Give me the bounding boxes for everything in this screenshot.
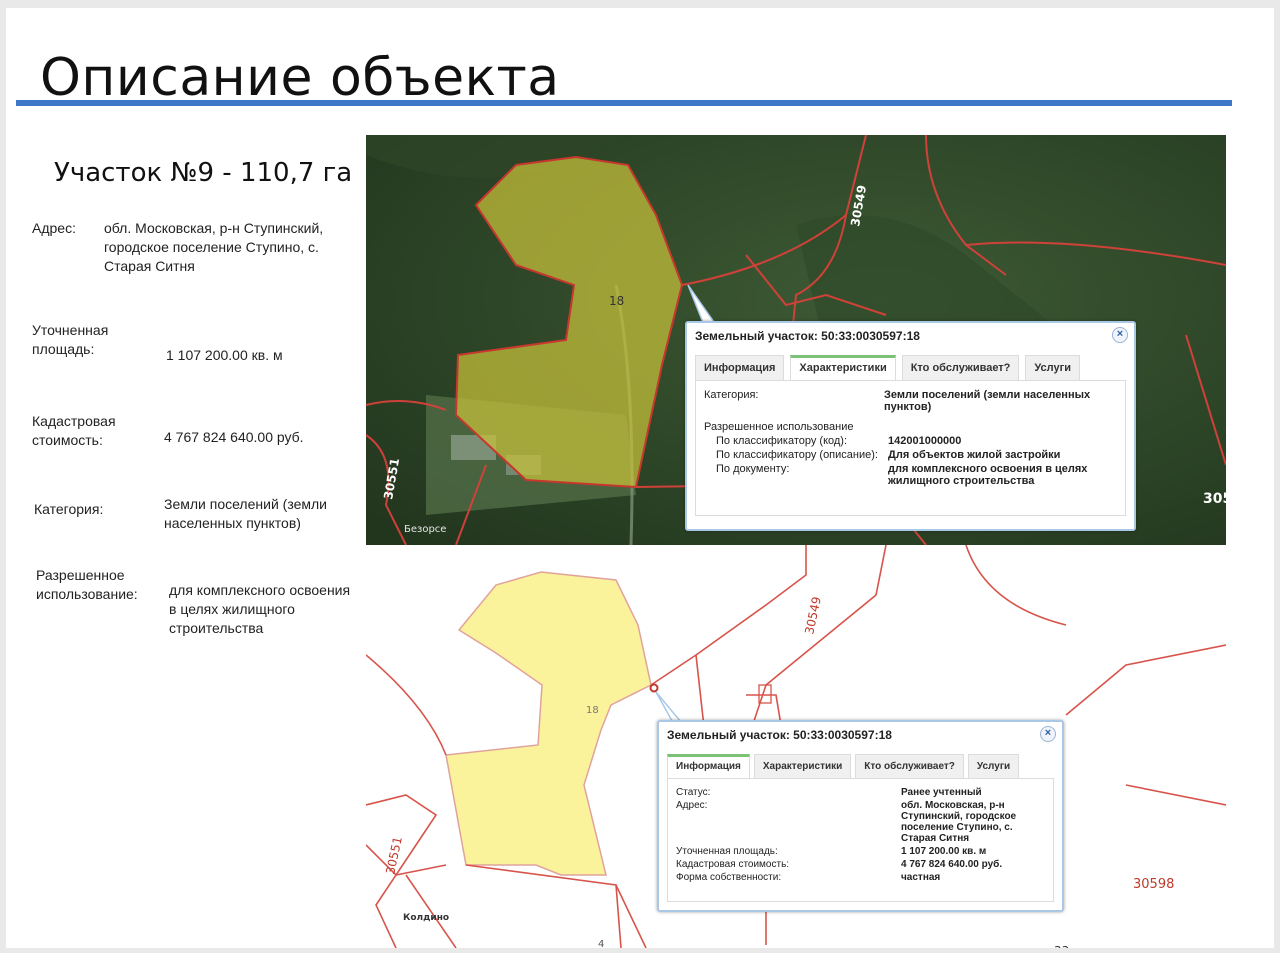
tab-information[interactable]: Информация <box>667 754 750 778</box>
area-key: Уточненная площадь: <box>676 846 778 857</box>
road-305-label: 305 <box>1203 491 1226 507</box>
area-value: 1 107 200.00 кв. м <box>166 347 283 363</box>
parcel-18-label: 18 <box>586 705 599 716</box>
category-key: Категория: <box>704 389 759 401</box>
tab-characteristics[interactable]: Характеристики <box>790 355 896 380</box>
ownership-value: частная <box>901 872 941 883</box>
popup-title: Земельный участок: 50:33:0030597:18 <box>667 728 892 742</box>
tab-who-serves[interactable]: Кто обслуживает? <box>901 355 1020 380</box>
road-30598-label: 30598 <box>1133 877 1174 892</box>
address-value: обл. Московская, р-н Ступинский, городск… <box>104 220 324 274</box>
parcel-18-label: 18 <box>609 294 624 308</box>
parcel-4-label: 4 <box>598 939 604 948</box>
area-field-value: 1 107 200.00 кв. м <box>901 846 987 857</box>
cost-key: Кадастровая стоимость: <box>676 859 790 870</box>
tab-services[interactable]: Услуги <box>967 754 1020 778</box>
popup-title: Земельный участок: 50:33:0030597:18 <box>695 329 920 343</box>
close-icon[interactable]: × <box>1112 327 1128 343</box>
classifier-description-value: Для объектов жилой застройки <box>888 449 1061 461</box>
village-label: Безорсе <box>404 524 446 535</box>
plot-heading: Участок №9 - 110,7 га <box>54 158 353 188</box>
tab-information[interactable]: Информация <box>695 355 785 380</box>
address-field-value: обл. Московская, р-н Ступинский, городск… <box>901 800 1017 844</box>
permitted-use-label: Разрешенное использование: <box>36 567 138 602</box>
category-value: Земли поселений (земли населенных пункто… <box>164 496 327 531</box>
category-field-value: Земли поселений (земли населенных пункто… <box>884 389 1091 413</box>
village-label: Колдино <box>403 913 449 923</box>
popup-content: Категория: Земли поселений (земли населе… <box>695 380 1126 516</box>
schematic-info-popup: Земельный участок: 50:33:0030597:18 × Ин… <box>657 720 1064 912</box>
popup-tabs: Информация Характеристики Кто обслуживае… <box>659 754 1062 778</box>
area-label: Уточненная площадь: <box>32 322 109 357</box>
tab-characteristics[interactable]: Характеристики <box>753 754 852 778</box>
selected-point-marker <box>649 683 659 693</box>
classifier-code-value: 142001000000 <box>888 435 962 447</box>
bottom-number-label: 33 <box>1054 944 1069 948</box>
popup-tabs: Информация Характеристики Кто обслуживае… <box>687 355 1134 380</box>
permitted-use-value: для комплексного освоения в целях жилищн… <box>169 582 351 636</box>
classifier-code-key: По классификатору (код): <box>716 435 848 447</box>
address-key: Адрес: <box>676 800 708 811</box>
satellite-info-popup: Земельный участок: 50:33:0030597:18 × Ин… <box>685 321 1136 531</box>
classifier-description-key: По классификатору (описание): <box>716 449 878 461</box>
category-label: Категория: <box>34 501 104 517</box>
popup-content: Статус: Ранее учтенный Адрес: обл. Моско… <box>667 778 1054 902</box>
ownership-key: Форма собственности: <box>676 872 782 883</box>
tab-who-serves[interactable]: Кто обслуживает? <box>855 754 964 778</box>
parcel-18-schematic <box>445 571 652 876</box>
permitted-use-heading: Разрешенное использование <box>704 421 854 433</box>
document-key: По документу: <box>716 463 790 475</box>
cost-field-value: 4 767 824 640.00 руб. <box>901 859 1003 870</box>
status-key: Статус: <box>676 787 711 798</box>
address-label: Адрес: <box>32 220 76 236</box>
presentation-slide: Описание объекта Участок №9 - 110,7 га А… <box>6 8 1274 948</box>
slide-title: Описание объекта <box>40 48 560 108</box>
close-icon[interactable]: × <box>1040 726 1056 742</box>
status-value: Ранее учтенный <box>901 787 982 798</box>
document-value: для комплексного освоения в целях жилищн… <box>888 463 1088 487</box>
road-30551-label: 30551 <box>383 835 405 875</box>
cadastral-cost-value: 4 767 824 640.00 руб. <box>164 429 304 445</box>
title-underline <box>16 100 1232 106</box>
tab-services[interactable]: Услуги <box>1025 355 1080 380</box>
road-30549-label: 30549 <box>802 595 824 635</box>
cadastral-cost-label: Кадастровая стоимость: <box>32 413 116 448</box>
